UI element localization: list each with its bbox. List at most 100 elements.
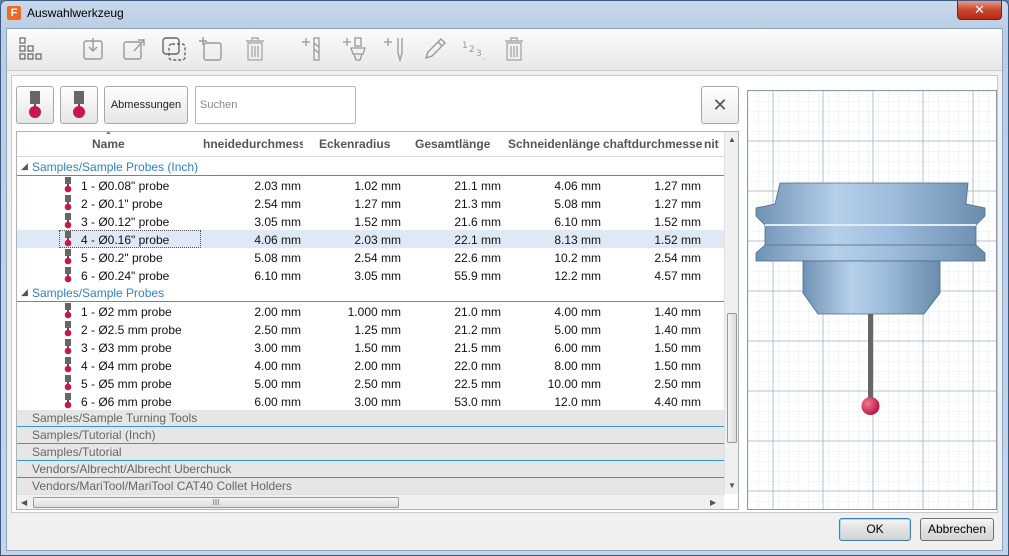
overall-length-cell: 53.0 mm	[454, 395, 501, 409]
diameter-cell: 4.06 mm	[254, 233, 301, 247]
column-header-extra[interactable]: nit	[704, 137, 724, 151]
sort-ascending-icon: ▲	[105, 131, 112, 136]
probe-icon	[63, 303, 73, 319]
group-name: Samples/Sample Turning Tools	[32, 411, 198, 425]
corner-radius-cell: 2.50 mm	[354, 377, 401, 391]
delete-icon[interactable]	[241, 35, 269, 63]
copy-icon[interactable]	[160, 35, 188, 63]
shaft-diameter-cell: 4.57 mm	[654, 269, 701, 283]
tool-name-cell: 2 - Ø0.1" probe	[81, 197, 163, 211]
scroll-down-icon[interactable]: ▼	[728, 481, 736, 490]
probe-icon	[63, 375, 73, 391]
group-row[interactable]: Samples/Tutorial (Inch)	[17, 427, 724, 444]
probe-filter-button[interactable]	[16, 86, 54, 124]
dimensions-button[interactable]: Abmessungen	[104, 86, 188, 124]
flute-length-cell: 6.00 mm	[554, 341, 601, 355]
shaft-diameter-cell: 1.27 mm	[654, 197, 701, 211]
overall-length-cell: 21.5 mm	[454, 341, 501, 355]
collapse-triangle-icon[interactable]: ◢	[21, 161, 28, 172]
group-name: Samples/Tutorial (Inch)	[32, 428, 156, 442]
column-header-name[interactable]: Name	[92, 137, 125, 151]
vertical-scroll-thumb[interactable]	[727, 313, 737, 443]
title-bar[interactable]: F Auswahlwerkzeug ✕	[1, 1, 1008, 27]
table-row[interactable]: 3 - Ø0.12" probe 3.05 mm 1.52 mm 21.6 mm 6.1…	[17, 212, 724, 230]
add-holder-icon[interactable]	[340, 35, 368, 63]
group-name: Samples/Tutorial	[32, 445, 122, 459]
horizontal-scrollbar[interactable]: ◀ III ▶	[17, 494, 724, 509]
column-header-diameter[interactable]: hneidedurchmess	[203, 137, 303, 151]
table-row[interactable]: 5 - Ø5 mm probe 5.00 mm 2.50 mm 22.5 mm 10.0…	[17, 374, 724, 392]
scroll-left-icon[interactable]: ◀	[21, 498, 27, 507]
library-icon[interactable]	[17, 35, 45, 63]
window-close-button[interactable]: ✕	[957, 1, 1002, 20]
group-row[interactable]: ◢ Samples/Sample Probes (Inch)	[17, 158, 724, 176]
flute-length-cell: 12.0 mm	[554, 395, 601, 409]
table-row[interactable]: 4 - Ø0.16" probe 4.06 mm 2.03 mm 22.1 mm 8.1…	[17, 230, 724, 248]
column-header-corner-radius[interactable]: Eckenradius	[319, 137, 390, 151]
group-row[interactable]: ◢ Samples/Sample Probes	[17, 284, 724, 302]
group-row[interactable]: Vendors/MariTool/MariTool CAT40 Collet H…	[17, 478, 724, 495]
scroll-right-icon[interactable]: ▶	[710, 498, 716, 507]
probe-icon	[63, 357, 73, 373]
table-row[interactable]: 6 - Ø6 mm probe 6.00 mm 3.00 mm 53.0 mm 12.0…	[17, 392, 724, 410]
diameter-cell: 2.54 mm	[254, 197, 301, 211]
export-icon[interactable]	[120, 35, 148, 63]
flute-length-cell: 6.10 mm	[554, 215, 601, 229]
group-name: Samples/Sample Probes	[32, 286, 165, 300]
shaft-diameter-cell: 1.52 mm	[654, 233, 701, 247]
table-row[interactable]: 2 - Ø0.1" probe 2.54 mm 1.27 mm 21.3 mm 5.08…	[17, 194, 724, 212]
table-row[interactable]: 1 - Ø0.08" probe 2.03 mm 1.02 mm 21.1 mm 4.0…	[17, 176, 724, 194]
add-insert-icon[interactable]	[381, 35, 409, 63]
search-input[interactable]	[195, 86, 356, 124]
column-header-overall-length[interactable]: Gesamtlänge	[415, 137, 490, 151]
table-row[interactable]: 6 - Ø0.24" probe 6.10 mm 3.05 mm 55.9 mm 12.…	[17, 266, 724, 284]
dialog-window: F Auswahlwerkzeug ✕ 1 2 3 Abmessungen Su…	[0, 0, 1009, 556]
table-row[interactable]: 5 - Ø0.2" probe 5.08 mm 2.54 mm 22.6 mm 10.2…	[17, 248, 724, 266]
shaft-diameter-cell: 2.50 mm	[654, 377, 701, 391]
column-header-shaft-diameter[interactable]: chaftdurchmesse	[603, 137, 703, 151]
cancel-button[interactable]: Abbrechen	[920, 518, 994, 541]
shaft-diameter-cell: 1.40 mm	[654, 305, 701, 319]
table-row[interactable]: 1 - Ø2 mm probe 2.00 mm 1.000 mm 21.0 mm 4.0…	[17, 302, 724, 320]
horizontal-scroll-thumb[interactable]: III	[33, 497, 399, 508]
scroll-up-icon[interactable]: ▲	[728, 135, 736, 144]
corner-radius-cell: 2.54 mm	[354, 251, 401, 265]
diameter-cell: 2.00 mm	[254, 305, 301, 319]
import-icon[interactable]	[79, 35, 107, 63]
group-row[interactable]: Samples/Tutorial	[17, 444, 724, 461]
table-row[interactable]: 2 - Ø2.5 mm probe 2.50 mm 1.25 mm 21.2 mm 5.…	[17, 320, 724, 338]
collapse-triangle-icon[interactable]: ◢	[21, 287, 28, 298]
diameter-cell: 3.00 mm	[254, 341, 301, 355]
edit-icon[interactable]	[421, 35, 449, 63]
group-row[interactable]: Samples/Sample Turning Tools	[17, 410, 724, 427]
probe-icon	[63, 321, 73, 337]
overall-length-cell: 22.6 mm	[454, 251, 501, 265]
clear-filter-button[interactable]: ✕	[701, 86, 739, 124]
svg-text:3: 3	[476, 49, 482, 59]
probe-icon	[63, 231, 73, 247]
table-row[interactable]: 4 - Ø4 mm probe 4.00 mm 2.00 mm 22.0 mm 8.00…	[17, 356, 724, 374]
probe-icon	[63, 177, 73, 193]
probe-icon	[73, 91, 85, 118]
vertical-scrollbar[interactable]: ▲ ▼	[724, 132, 738, 494]
shaft-diameter-cell: 1.27 mm	[654, 179, 701, 193]
probe-filter-button-2[interactable]	[60, 86, 98, 124]
trash-icon[interactable]	[500, 35, 528, 63]
probe-icon	[63, 339, 73, 355]
group-row[interactable]: Vendors/Albrecht/Albrecht Uberchuck	[17, 461, 724, 478]
new-icon[interactable]	[199, 35, 227, 63]
probe-icon	[63, 393, 73, 409]
table-row[interactable]: 3 - Ø3 mm probe 3.00 mm 1.50 mm 21.5 mm 6.00…	[17, 338, 724, 356]
overall-length-cell: 21.3 mm	[454, 197, 501, 211]
ok-button[interactable]: OK	[839, 518, 911, 541]
tool-table: ▲ Name hneidedurchmess Eckenradius Gesam…	[16, 131, 739, 510]
renumber-icon[interactable]: 1 2 3	[460, 35, 488, 63]
corner-radius-cell: 1.52 mm	[354, 215, 401, 229]
corner-radius-cell: 2.03 mm	[354, 233, 401, 247]
flute-length-cell: 10.00 mm	[547, 377, 601, 391]
add-tool-icon[interactable]	[299, 35, 327, 63]
probe-icon	[29, 91, 41, 118]
overall-length-cell: 21.0 mm	[454, 305, 501, 319]
column-header-flute-length[interactable]: Schneidenlänge	[508, 137, 600, 151]
tool-name-cell: 5 - Ø5 mm probe	[81, 377, 172, 391]
